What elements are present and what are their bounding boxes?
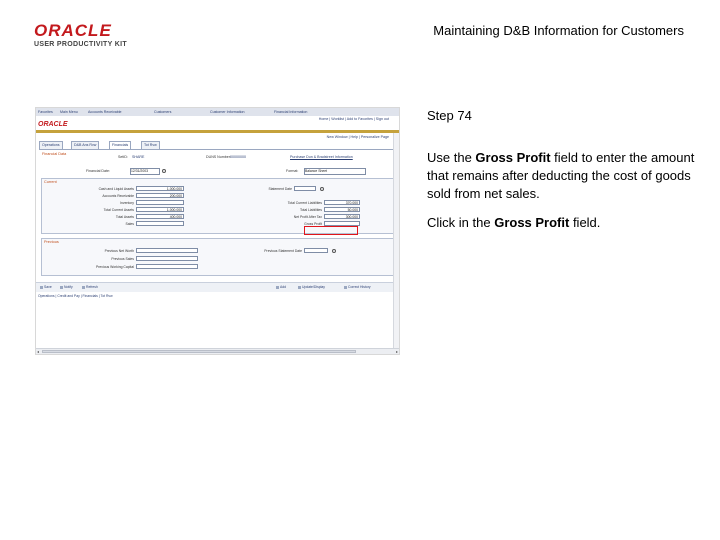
scrollbar-thumb[interactable] [42,350,356,353]
calendar-icon[interactable] [332,249,336,253]
previous-working-capital-field[interactable] [136,264,198,269]
previous-statement-date-field[interactable] [304,248,328,253]
field-label: Previous Statement Date [264,249,302,253]
field-label: Sales [125,222,134,226]
field-label: Cash and Liquid Assets [98,187,134,191]
gross-profit-highlight [304,226,358,235]
field-label: Previous Working Capital [95,265,134,269]
instruction-action-field: Gross Profit [494,215,570,230]
statement-date-field[interactable] [294,186,316,191]
calendar-icon[interactable] [320,187,324,191]
section-label: Financial Data [42,152,67,156]
application-screenshot: Favorites Main Menu Accounts Receivable … [35,107,400,355]
menu-item[interactable]: Favorites [38,110,53,114]
net-profit-field[interactable]: 300,000 [324,214,360,219]
menu-item[interactable]: Financial Information [274,110,307,114]
scroll-left-icon[interactable]: ◂ [37,349,39,354]
field-label: Accounts Receivable [102,194,134,198]
field-label: Previous Net Worth [104,249,134,253]
page-footer-links[interactable]: Operations | Credit and Pay | Financials… [38,294,113,298]
app-header-band [36,130,399,133]
add-button[interactable]: Add [276,285,286,289]
horizontal-scrollbar[interactable]: ◂ ▸ [36,348,399,354]
menu-item[interactable]: Accounts Receivable [88,110,122,114]
app-menubar: Favorites Main Menu Accounts Receivable … [36,108,399,116]
cash-liquid-assets-field[interactable]: 1,000,000 [136,186,184,191]
field-label: Net Profit After Tax [293,215,322,219]
previous-group: Previous Previous Net Worth Previous Sal… [41,238,397,276]
notify-button[interactable]: Notify [60,285,73,289]
instruction-action-post: field. [569,215,601,230]
field-label: Inventory [120,201,134,205]
instruction-field-name: Gross Profit [475,150,551,165]
total-liabilities-field[interactable]: 50,000 [324,207,360,212]
duns-label: DUNS Number: [206,155,231,159]
menu-item[interactable]: Customers [154,110,171,114]
format-select[interactable]: Balance Sheet [304,168,366,175]
accounts-receivable-field[interactable]: 200,000 [136,193,184,198]
app-page-links[interactable]: New Window | Help | Personalize Page [327,135,389,139]
instruction-text: Use the Gross Profit field to enter the … [427,149,695,203]
setid-value: SHARE [132,155,145,159]
instruction-text-pre: Use the [427,150,476,165]
step-number: Step 74 [427,108,472,123]
format-label: Format: [286,169,299,173]
oracle-upk-logo: ORACLE USER PRODUCTIVITY KIT [34,22,134,48]
scroll-right-icon[interactable]: ▸ [396,349,398,354]
previous-net-worth-field[interactable] [136,248,198,253]
total-assets-field[interactable]: 400,000 [136,214,184,219]
page-title: Maintaining D&B Information for Customer… [433,23,684,38]
app-brand-logo: ORACLE [38,121,68,128]
field-label: Total Liabilities [299,208,322,212]
app-nav-links[interactable]: Home | Worklist | Add to Favorites | Sig… [319,117,389,121]
vertical-scrollbar[interactable] [393,133,399,348]
inventory-field[interactable] [136,200,184,205]
field-label: Total Current Assets [103,208,134,212]
setid-label: SetID: [118,155,128,159]
oracle-logo-text: ORACLE [34,21,112,40]
instruction-action-pre: Click in the [427,215,495,230]
field-label: Statement Date [268,187,292,191]
update-display-button[interactable]: Update/Display [298,285,325,289]
previous-group-title: Previous [44,240,59,244]
save-button[interactable]: Save [40,285,52,289]
button-bar: Save Notify Refresh Add Update/Display C… [36,282,399,292]
upk-logo-text: USER PRODUCTIVITY KIT [34,41,127,48]
menu-item[interactable]: Main Menu [60,110,78,114]
field-label: Total Current Liabilities [287,201,322,205]
duns-value: 00000000 [230,155,246,159]
tab-underline [39,149,395,150]
period-label: Financial Date: [86,169,110,173]
menu-item[interactable]: Customer Information [210,110,245,114]
previous-sales-field[interactable] [136,256,198,261]
refresh-button[interactable]: Refresh [82,285,98,289]
period-select[interactable]: 12/31/2003 [130,168,160,175]
field-label: Previous Sales [111,257,134,261]
total-current-assets-field[interactable]: 1,000,000 [136,207,184,212]
instruction-action: Click in the Gross Profit field. [427,215,600,230]
current-group-title: Current [44,180,57,184]
total-current-liabilities-field[interactable]: 370,000 [324,200,360,205]
correct-history-button[interactable]: Correct History [344,285,371,289]
purchase-dnb-link[interactable]: Purchase Dun & Bradstreet Information [290,155,353,159]
lookup-icon[interactable] [162,169,166,173]
field-label: Total Assets [115,215,134,219]
sales-field[interactable] [136,221,184,226]
